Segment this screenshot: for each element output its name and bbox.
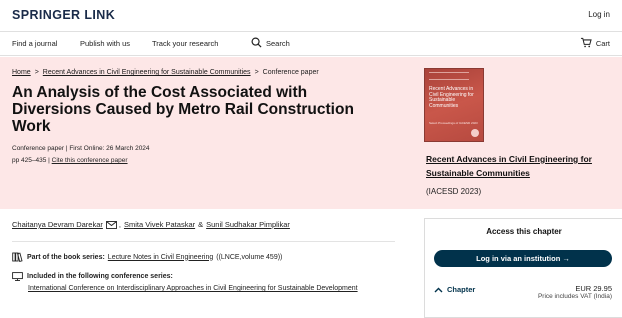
article-hero: Home > Recent Advances in Civil Engineerin…	[0, 57, 622, 209]
conference-series-link[interactable]: International Conference on Interdiscipl…	[28, 284, 388, 293]
book-series-label: Part of the book series:	[27, 253, 105, 261]
paper-type-line: Conference paper | First Online: 26 Marc…	[12, 145, 150, 152]
institution-login-button[interactable]: Log in via an institution →	[434, 250, 612, 267]
page-title: An Analysis of the Cost Associated with …	[12, 84, 354, 135]
login-link[interactable]: Log in	[588, 10, 610, 19]
access-title: Access this chapter	[486, 227, 562, 236]
email-icon[interactable]	[105, 220, 117, 229]
springer-link-logo[interactable]: SPRINGER LINK	[12, 8, 115, 22]
author-link[interactable]: Smita Vivek Pataskar	[124, 220, 195, 229]
book-cover-image[interactable]: Recent Advances in Civil Engineering for…	[424, 68, 484, 142]
cover-subtitle: Select Proceedings of IACESD 2023	[429, 121, 478, 125]
chapter-purchase-option[interactable]: Chapter EUR 29.95 Price includes VAT (In…	[434, 281, 612, 305]
main-nav: Find a journal Publish with us Track you…	[0, 31, 622, 56]
breadcrumb-home[interactable]: Home	[12, 69, 31, 76]
author-link[interactable]: Sunil Sudhakar Pimplikar	[206, 220, 290, 229]
authors-list: Chaitanya Devram Darekar , Smita Vivek P…	[12, 220, 290, 229]
cover-title: Recent Advances in Civil Engineering for…	[429, 86, 474, 109]
book-series-link[interactable]: Lecture Notes in Civil Engineering	[108, 254, 213, 261]
conference-series-info: Included in the following conference ser…	[12, 272, 388, 293]
paper-pages-line: pp 425–435 | Cite this conference paper	[12, 157, 128, 164]
breadcrumb-book[interactable]: Recent Advances in Civil Engineering for…	[43, 69, 251, 76]
breadcrumb: Home > Recent Advances in Civil Engineerin…	[12, 69, 319, 76]
cart-button[interactable]: Cart	[580, 37, 610, 50]
access-panel: Access this chapter Log in via an instit…	[424, 218, 622, 318]
chapter-toggle[interactable]: Chapter	[434, 285, 475, 294]
search-label: Search	[266, 39, 290, 48]
conference-series-label: Included in the following conference ser…	[27, 273, 173, 280]
breadcrumb-separator: >	[34, 69, 39, 76]
nav-find-journal[interactable]: Find a journal	[12, 39, 57, 48]
book-series-info: Part of the book series: Lecture Notes i…	[12, 252, 282, 262]
book-title-link[interactable]: Recent Advances in Civil Engineering for…	[426, 152, 622, 180]
conference-series-icon	[12, 272, 23, 281]
book-series-icon	[12, 252, 23, 262]
author-ampersand: &	[198, 220, 204, 229]
cart-icon	[580, 37, 592, 50]
price-vat-note: Price includes VAT (India)	[537, 293, 612, 300]
breadcrumb-current: Conference paper	[262, 69, 319, 76]
author-link[interactable]: Chaitanya Devram Darekar	[12, 220, 103, 229]
cover-header-lines	[429, 72, 469, 80]
breadcrumb-separator: >	[254, 69, 259, 76]
paper-pages: pp 425–435	[12, 157, 47, 164]
search-button[interactable]: Search	[251, 37, 290, 50]
chapter-price: EUR 29.95	[575, 284, 612, 293]
book-series-volume: ((LNCE,volume 459))	[216, 253, 283, 261]
publisher-logo-icon	[471, 129, 479, 137]
author-separator: ,	[118, 220, 121, 229]
cite-link[interactable]: Cite this conference paper	[52, 157, 128, 164]
search-icon	[251, 37, 262, 50]
nav-publish[interactable]: Publish with us	[80, 39, 130, 48]
nav-track-research[interactable]: Track your research	[152, 39, 218, 48]
book-abbreviation: (IACESD 2023)	[426, 187, 482, 196]
top-bar: SPRINGER LINK Log in	[0, 0, 622, 30]
section-divider	[12, 241, 395, 242]
chevron-up-icon	[434, 287, 443, 293]
cart-label: Cart	[595, 39, 610, 48]
chapter-label: Chapter	[447, 285, 476, 294]
